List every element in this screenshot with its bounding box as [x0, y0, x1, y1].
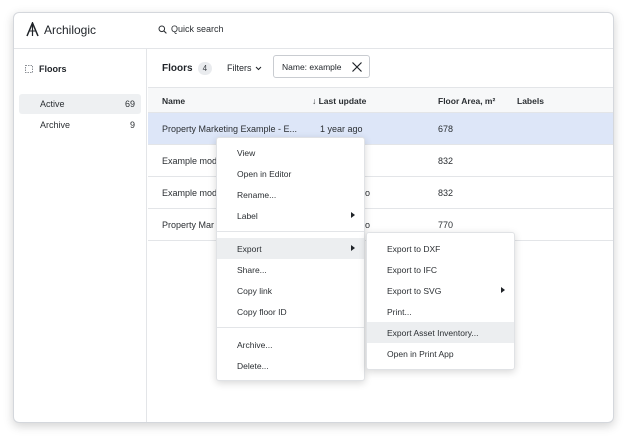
menu-item-delete[interactable]: Delete...: [217, 355, 364, 376]
menu-item-export-text: Export: [237, 243, 262, 254]
filters-label: Filters: [227, 63, 252, 73]
export-submenu: Export to DXF Export to IFC Export to SV…: [366, 232, 515, 370]
column-name[interactable]: Name: [162, 96, 185, 106]
chevron-down-icon: [255, 66, 261, 70]
menu-item-label-text: Label: [237, 210, 258, 221]
filter-chip-label: Name: example: [282, 61, 342, 72]
app-name: Archilogic: [44, 22, 97, 37]
menu-item-copy-link[interactable]: Copy link: [217, 280, 364, 301]
menu-item-share[interactable]: Share...: [217, 259, 364, 280]
row-last-update: 1 year ago: [320, 124, 363, 134]
quick-search-label: Quick search: [171, 24, 224, 34]
filters-button[interactable]: Filters: [227, 63, 262, 73]
app-logo[interactable]: Archilogic: [26, 22, 96, 37]
page-title: Floors 4: [162, 62, 213, 75]
row-last-update: o: [365, 188, 371, 198]
sidebar-item-count: 69: [124, 99, 135, 109]
close-icon[interactable]: [351, 61, 363, 73]
sidebar-item-count: 9: [129, 120, 135, 130]
archilogic-logo-icon: [26, 22, 39, 37]
submenu-item-export-svg[interactable]: Export to SVG: [367, 280, 514, 301]
menu-item-archive[interactable]: Archive...: [217, 334, 364, 355]
menu-item-view[interactable]: View: [217, 142, 364, 163]
menu-divider: [217, 231, 364, 232]
quick-search-button[interactable]: Quick search: [158, 24, 224, 34]
menu-item-open-in-editor[interactable]: Open in Editor: [217, 163, 364, 184]
submenu-item-export-svg-text: Export to SVG: [387, 285, 442, 296]
sidebar-section-floors[interactable]: Floors: [25, 64, 67, 74]
app-window: Archilogic Quick search Floors Active 69…: [13, 12, 614, 423]
sidebar-title: Floors: [39, 64, 67, 74]
sidebar: Floors Active 69 Archive 9: [14, 49, 147, 422]
top-bar: Archilogic Quick search: [14, 13, 613, 49]
row-floor-area: 832: [438, 156, 454, 166]
row-name: Example mod: [162, 156, 218, 166]
menu-item-label[interactable]: Label: [217, 205, 364, 226]
page-title-text: Floors: [162, 63, 193, 74]
column-last-update[interactable]: ↓ Last update: [312, 96, 366, 106]
chevron-right-icon: [501, 287, 505, 293]
menu-item-export[interactable]: Export: [217, 238, 364, 259]
filter-chip[interactable]: Name: example: [273, 55, 370, 78]
submenu-item-print[interactable]: Print...: [367, 301, 514, 322]
row-floor-area: 678: [438, 124, 454, 134]
column-floor-area[interactable]: Floor Area, m²: [438, 96, 495, 106]
chevron-right-icon: [351, 212, 355, 218]
row-last-update: o: [365, 220, 371, 230]
submenu-item-open-print-app[interactable]: Open in Print App: [367, 343, 514, 364]
table-header: Name ↓ Last update Floor Area, m² Labels: [148, 87, 613, 113]
menu-divider: [217, 327, 364, 328]
menu-item-rename[interactable]: Rename...: [217, 184, 364, 205]
submenu-item-export-ifc[interactable]: Export to IFC: [367, 259, 514, 280]
sidebar-item-label: Active: [40, 99, 65, 109]
floor-plan-icon: [25, 65, 33, 73]
row-name: Property Marketing Example - E...: [162, 124, 298, 134]
row-name: Example mod: [162, 188, 218, 198]
row-name: Property Mar: [162, 220, 215, 230]
context-menu: View Open in Editor Rename... Label Expo…: [216, 137, 365, 381]
submenu-item-export-asset-inventory[interactable]: Export Asset Inventory...: [367, 322, 514, 343]
row-floor-area: 832: [438, 188, 454, 198]
sidebar-item-archive[interactable]: Archive 9: [19, 115, 141, 135]
search-icon: [158, 25, 167, 34]
sidebar-item-active[interactable]: Active 69: [19, 94, 141, 114]
row-floor-area: 770: [438, 220, 454, 230]
submenu-item-export-dxf[interactable]: Export to DXF: [367, 238, 514, 259]
floor-count-badge: 4: [197, 62, 213, 75]
sidebar-item-label: Archive: [40, 120, 71, 130]
chevron-right-icon: [351, 245, 355, 251]
column-labels[interactable]: Labels: [517, 96, 544, 106]
menu-item-copy-floor-id[interactable]: Copy floor ID: [217, 301, 364, 322]
